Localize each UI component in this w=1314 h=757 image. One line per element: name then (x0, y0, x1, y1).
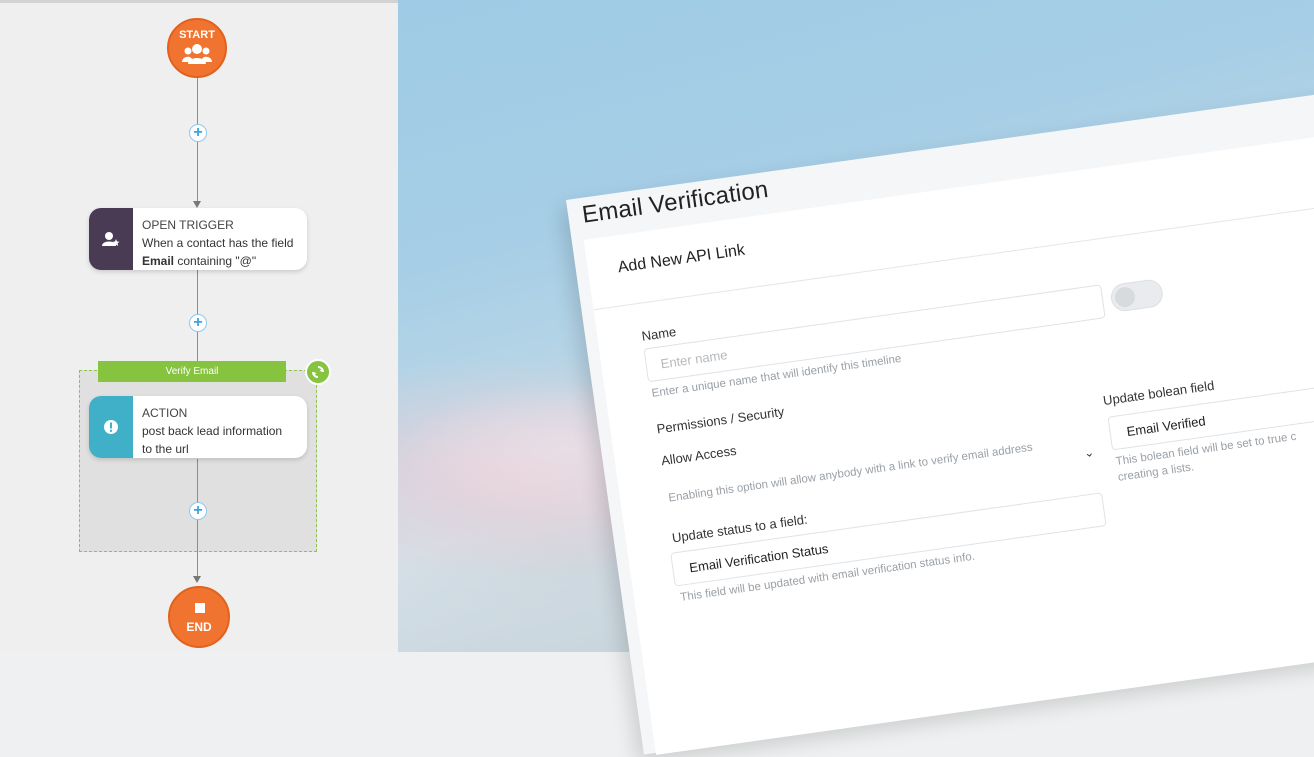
chevron-down-icon: ⌄ (1083, 445, 1096, 461)
action-card-sidebar (89, 396, 133, 458)
allow-access-label: Allow Access (660, 442, 738, 469)
end-label: END (186, 620, 212, 634)
boolean-field-value: Email Verified (1125, 413, 1207, 440)
action-line1: post back lead information (142, 424, 283, 438)
trigger-condition: containing "@" (174, 254, 257, 268)
action-line2: to the url (142, 442, 189, 456)
top-divider (0, 0, 398, 3)
refresh-icon (312, 366, 324, 378)
name-label: Name (640, 324, 678, 344)
contact-trigger-icon (102, 232, 120, 246)
status-field-value: Email Verification Status (688, 540, 830, 576)
workflow-canvas: START + OPEN TRIGGER When a contact has … (0, 0, 398, 652)
start-node[interactable]: START (167, 18, 227, 78)
trigger-card-sidebar (89, 208, 133, 270)
toggle-knob (1113, 285, 1137, 309)
add-step-button[interactable]: + (189, 124, 207, 142)
action-card[interactable]: ACTION post back lead information to the… (89, 396, 307, 458)
card-title: Add New API Link (616, 241, 746, 277)
add-step-button[interactable]: + (189, 502, 207, 520)
connector-arrow (193, 576, 201, 583)
trigger-field-name: Email (142, 254, 175, 268)
trigger-card[interactable]: OPEN TRIGGER When a contact has the fiel… (89, 208, 307, 270)
users-icon (182, 44, 212, 64)
verify-email-group-label[interactable]: Verify Email (98, 361, 286, 382)
permissions-heading: Permissions / Security (655, 403, 786, 437)
connector-arrow (193, 201, 201, 208)
end-node[interactable]: END (168, 586, 230, 648)
add-step-button[interactable]: + (189, 314, 207, 332)
stop-icon (195, 603, 205, 613)
trigger-title: OPEN TRIGGER (142, 218, 234, 232)
trigger-line2: Email containing "@" (142, 252, 301, 270)
action-title: ACTION (142, 406, 188, 420)
trigger-line1: When a contact has the field (142, 236, 294, 250)
sync-button[interactable] (305, 359, 331, 385)
alert-icon (104, 420, 118, 434)
allow-access-toggle[interactable] (1109, 278, 1165, 313)
start-label: START (179, 29, 215, 41)
